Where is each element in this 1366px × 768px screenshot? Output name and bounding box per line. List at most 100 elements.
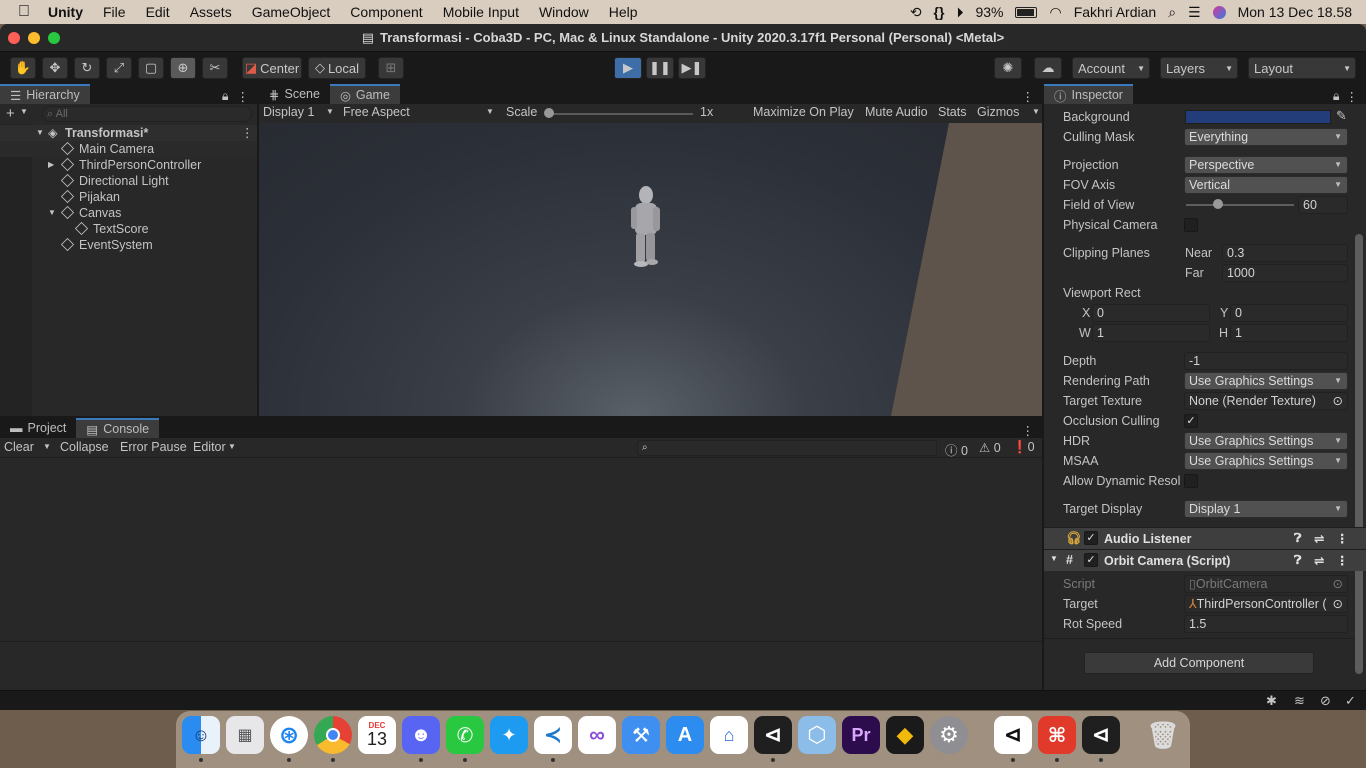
help-icon[interactable]: ❓︎ bbox=[1294, 553, 1302, 568]
tab-project[interactable]: ▬ Project bbox=[0, 418, 76, 438]
info-count-toggle[interactable]: ⓘ 0 bbox=[945, 440, 968, 459]
code-braces-icon[interactable]: {} bbox=[934, 4, 945, 20]
target-texture-field[interactable]: None (Render Texture) ⊙ bbox=[1184, 392, 1348, 410]
audio-listener-header[interactable]: 🎧︎ ✓ Audio Listener ❓︎ ⇌ ⋮ bbox=[1044, 527, 1366, 549]
menu-gameobject[interactable]: GameObject bbox=[242, 4, 341, 20]
aspect-dropdown[interactable]: Free Aspect bbox=[343, 105, 410, 119]
wifi-icon[interactable]: ◠ bbox=[1049, 4, 1061, 21]
pivot-center-button[interactable]: ◪ Center bbox=[242, 57, 302, 79]
tab-hierarchy[interactable]: ☰ Hierarchy bbox=[0, 84, 90, 104]
launchpad-icon[interactable]: ▦ bbox=[226, 716, 264, 754]
near-input[interactable]: 0.3 bbox=[1222, 244, 1348, 262]
safari-icon[interactable]: ⊛ bbox=[270, 716, 308, 754]
unity-hub-icon[interactable]: ⌂ bbox=[710, 716, 748, 754]
cube-app-icon[interactable]: ⬡ bbox=[798, 716, 836, 754]
chrome-icon[interactable] bbox=[314, 716, 352, 754]
apple-icon[interactable]:  bbox=[0, 3, 38, 21]
hierarchy-item-thirdpersoncontroller[interactable]: ▶ ThirdPersonController bbox=[0, 157, 257, 173]
app-store-icon[interactable]: A bbox=[666, 716, 704, 754]
step-button[interactable]: ▶❚ bbox=[678, 57, 706, 79]
display-dropdown[interactable]: Display 1 bbox=[263, 105, 314, 119]
hierarchy-item-canvas[interactable]: ▼ Canvas bbox=[0, 205, 257, 221]
collab-icon[interactable]: ✺ bbox=[994, 57, 1022, 79]
fov-slider-handle[interactable] bbox=[1213, 199, 1224, 209]
tab-inspector[interactable]: ⓘ Inspector bbox=[1044, 84, 1133, 104]
kebab-menu-icon[interactable]: ⋮ bbox=[1022, 423, 1035, 438]
preset-icon[interactable]: ⇌ bbox=[1314, 531, 1324, 546]
fov-input[interactable]: 60 bbox=[1298, 196, 1348, 214]
control-center-icon[interactable]: ☰ bbox=[1188, 4, 1201, 21]
help-icon[interactable]: ❓︎ bbox=[1294, 531, 1302, 546]
unity-window-icon[interactable]: ⊲ bbox=[1082, 716, 1120, 754]
zoom-window-button[interactable] bbox=[48, 32, 60, 44]
unity-editor-icon[interactable]: ⊲ bbox=[754, 716, 792, 754]
mute-audio-toggle[interactable]: Mute Audio bbox=[865, 105, 928, 119]
dropdown-arrow-icon[interactable]: ▼ bbox=[43, 442, 51, 451]
tab-console[interactable]: ▤ Console bbox=[76, 418, 160, 438]
orbit-camera-enabled-checkbox[interactable]: ✓ bbox=[1084, 553, 1098, 567]
rot-speed-input[interactable]: 1.5 bbox=[1184, 615, 1348, 633]
stats-toggle[interactable]: Stats bbox=[938, 105, 967, 119]
cloud-icon[interactable]: ☁ bbox=[1034, 57, 1062, 79]
rect-tool-icon[interactable]: ▢ bbox=[138, 57, 164, 79]
occlusion-culling-checkbox[interactable]: ✓ bbox=[1184, 414, 1198, 428]
scene-row[interactable]: ▼ ◈ Transformasi* ⋮ bbox=[0, 125, 257, 141]
unity-recent-icon[interactable]: ⊲ bbox=[994, 716, 1032, 754]
projection-dropdown[interactable]: Perspective bbox=[1184, 156, 1348, 174]
object-picker-icon[interactable]: ⊙ bbox=[1333, 393, 1343, 409]
viewport-x-input[interactable]: 0 bbox=[1092, 304, 1210, 322]
far-input[interactable]: 1000 bbox=[1222, 264, 1348, 282]
foldout-arrow-icon[interactable]: ▼ bbox=[48, 205, 56, 221]
menu-window[interactable]: Window bbox=[529, 4, 599, 20]
scale-slider[interactable] bbox=[547, 113, 693, 115]
minimize-window-button[interactable] bbox=[28, 32, 40, 44]
trash-icon[interactable]: 🗑︎ bbox=[1144, 716, 1182, 754]
check-circle-icon[interactable]: ✓ bbox=[1345, 693, 1356, 709]
hdr-dropdown[interactable]: Use Graphics Settings bbox=[1184, 432, 1348, 450]
error-count-toggle[interactable]: ❗0 bbox=[1012, 440, 1035, 455]
clear-button[interactable]: Clear bbox=[4, 440, 34, 454]
msaa-dropdown[interactable]: Use Graphics Settings bbox=[1184, 452, 1348, 470]
fov-slider[interactable] bbox=[1186, 204, 1294, 206]
pause-button[interactable]: ❚❚ bbox=[646, 57, 674, 79]
visual-studio-icon[interactable]: ∞ bbox=[578, 716, 616, 754]
gizmos-toggle[interactable]: Gizmos bbox=[977, 105, 1019, 119]
account-dropdown[interactable]: Account ▼ bbox=[1072, 57, 1150, 79]
target-field[interactable]: ⅄ThirdPersonController (⊙ bbox=[1184, 595, 1348, 613]
premiere-icon[interactable]: Pr bbox=[842, 716, 880, 754]
menu-file[interactable]: File bbox=[93, 4, 136, 20]
culling-mask-dropdown[interactable]: Everything bbox=[1184, 128, 1348, 146]
foldout-arrow-icon[interactable]: ▼ bbox=[1050, 554, 1058, 563]
console-search-input[interactable]: ⌕ bbox=[637, 440, 937, 456]
pivot-local-button[interactable]: ◇ Local bbox=[308, 57, 366, 79]
maximize-on-play-toggle[interactable]: Maximize On Play bbox=[753, 105, 854, 119]
rotate-tool-icon[interactable]: ↻ bbox=[74, 57, 100, 79]
xcode-icon[interactable]: ⚒ bbox=[622, 716, 660, 754]
whatsapp-icon[interactable]: ✆ bbox=[446, 716, 484, 754]
play-button[interactable]: ▶ bbox=[614, 57, 642, 79]
menu-mobile-input[interactable]: Mobile Input bbox=[433, 4, 529, 20]
audio-listener-enabled-checkbox[interactable]: ✓ bbox=[1084, 531, 1098, 545]
hierarchy-item-textscore[interactable]: TextScore bbox=[0, 221, 257, 237]
menu-component[interactable]: Component bbox=[340, 4, 432, 20]
back-arrow-icon[interactable]: ⟲ bbox=[910, 4, 922, 21]
scale-tool-icon[interactable]: ⤢ bbox=[106, 57, 132, 79]
hierarchy-item-eventsystem[interactable]: EventSystem bbox=[0, 237, 257, 253]
search-icon[interactable]: ⌕ bbox=[1168, 4, 1176, 21]
foldout-arrow-icon[interactable]: ▶ bbox=[48, 157, 54, 173]
hierarchy-item-main-camera[interactable]: Main Camera bbox=[0, 141, 257, 157]
depth-input[interactable]: -1 bbox=[1184, 352, 1348, 370]
warning-count-toggle[interactable]: ⚠ 0 bbox=[979, 440, 1001, 455]
add-plus-icon[interactable]: + bbox=[6, 105, 15, 122]
menu-assets[interactable]: Assets bbox=[180, 4, 242, 20]
physical-camera-checkbox[interactable] bbox=[1184, 218, 1198, 232]
lock-icon[interactable]: 🔒︎ bbox=[222, 89, 229, 104]
lock-icon[interactable]: 🔒︎ bbox=[1333, 89, 1340, 104]
game-viewport[interactable] bbox=[259, 123, 1042, 416]
kebab-menu-icon[interactable]: ⋮ bbox=[1336, 553, 1349, 568]
layout-dropdown[interactable]: Layout ▼ bbox=[1248, 57, 1356, 79]
editor-dropdown[interactable]: Editor bbox=[193, 440, 226, 454]
collapse-toggle[interactable]: Collapse bbox=[60, 440, 109, 454]
add-component-button[interactable]: Add Component bbox=[1084, 652, 1314, 674]
grid-snap-icon[interactable]: ⊞ bbox=[378, 57, 404, 79]
